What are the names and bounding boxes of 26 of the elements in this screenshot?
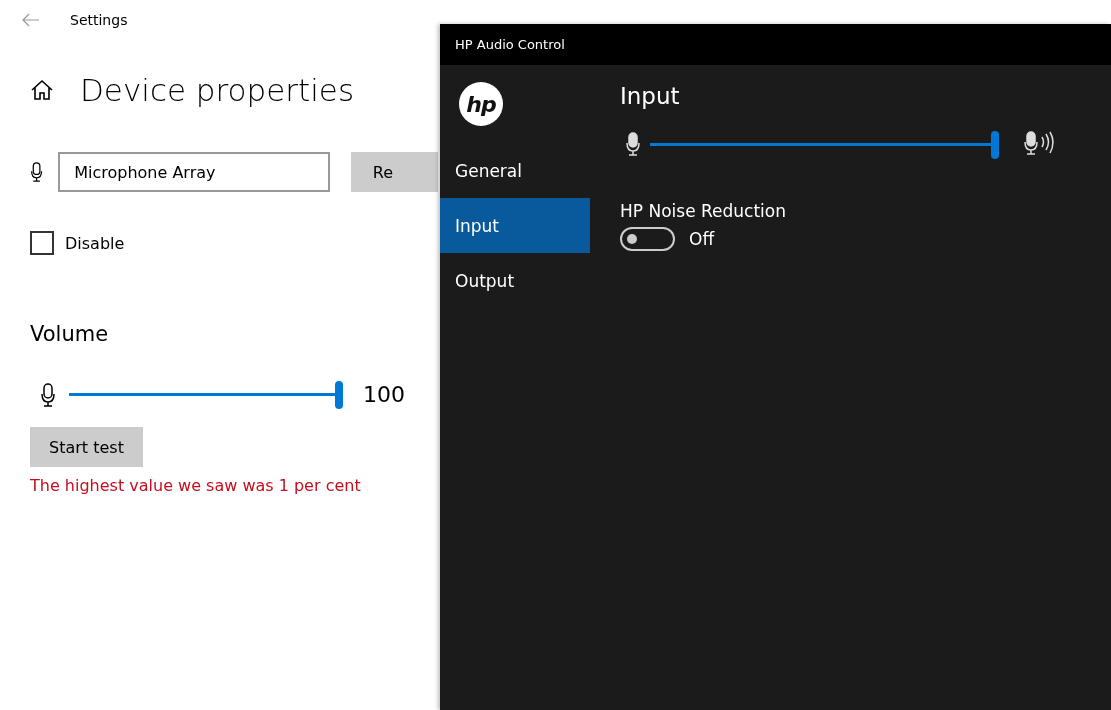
toggle-state: Off [689,229,715,249]
page-heading: Device properties [80,72,355,108]
microphone-icon [40,382,56,407]
volume-reading: 100 [363,382,405,407]
start-test-button[interactable]: Start test [30,427,143,467]
test-result-text: The highest value we saw was 1 per cent [30,476,362,495]
checkbox[interactable] [30,231,54,255]
nav-item[interactable]: Input [440,198,590,253]
home-icon [30,79,54,101]
logo: hp [459,82,503,126]
toggle-switch[interactable] [620,227,675,251]
microphone-icon [625,132,641,156]
back-icon [22,13,40,27]
setting-label: HP Noise Reduction [620,201,787,221]
window-title: Settings [70,12,128,28]
section-title: Input [620,83,681,109]
nav-item[interactable]: Output [440,253,590,308]
slider-thumb[interactable] [335,381,343,409]
checkbox-label: Disable [65,233,125,253]
slider-thumb[interactable] [991,130,999,159]
rename-button[interactable]: Re [350,152,438,192]
window-title: HP Audio Control [455,37,565,52]
microphone-icon [30,160,44,184]
nav-item[interactable]: General [440,143,590,198]
section-title: Volume [30,322,110,346]
name-field[interactable]: Microphone Array [58,152,330,192]
